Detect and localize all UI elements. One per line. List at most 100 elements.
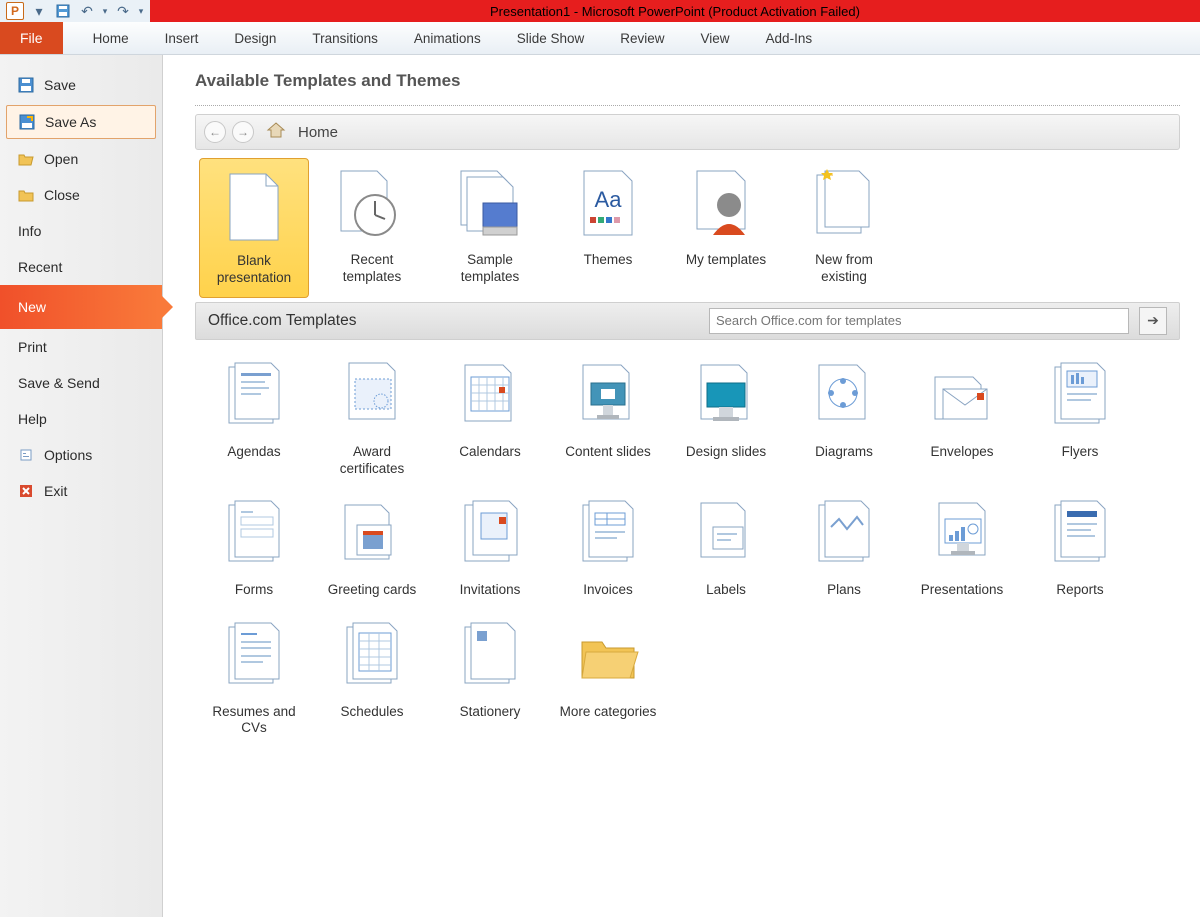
undo-icon[interactable]: ↶ (76, 1, 98, 21)
template-invitations[interactable]: Invitations (435, 488, 545, 610)
template-diagrams[interactable]: Diagrams (789, 350, 899, 488)
tab-add-ins[interactable]: Add-Ins (748, 22, 831, 54)
template-label: Blank presentation (204, 253, 304, 287)
sidebar-item-close[interactable]: Close (0, 177, 162, 213)
sidebar-item-options[interactable]: Options (0, 437, 162, 473)
presentations-icon (922, 496, 1002, 576)
sidebar-item-print[interactable]: Print (0, 329, 162, 365)
themes-icon: Aa (568, 166, 648, 246)
template-label: Agendas (227, 444, 280, 462)
tab-design[interactable]: Design (216, 22, 294, 54)
template-new-from-existing[interactable]: New from existing (789, 158, 899, 298)
template-label: Presentations (921, 582, 1004, 600)
title-bar: P ▾ ↶ ▾ ↷ ▾ Presentation1 - Microsoft Po… (0, 0, 1200, 22)
sidebar-item-label: Save (44, 77, 76, 93)
sidebar-item-save[interactable]: Save (0, 67, 162, 103)
tab-transitions[interactable]: Transitions (294, 22, 396, 54)
sidebar-item-save-send[interactable]: Save & Send (0, 365, 162, 401)
template-envelopes[interactable]: Envelopes (907, 350, 1017, 488)
template-recent-templates[interactable]: Recent templates (317, 158, 427, 298)
nav-back-button[interactable]: ← (204, 121, 226, 143)
sidebar-item-save-as[interactable]: Save As (6, 105, 156, 139)
sidebar-item-label: Options (44, 447, 92, 463)
search-go-button[interactable]: ➔ (1139, 307, 1167, 335)
template-design-slides[interactable]: Design slides (671, 350, 781, 488)
sidebar-item-info[interactable]: Info (0, 213, 162, 249)
page-title: Available Templates and Themes (195, 71, 1180, 91)
save-icon[interactable] (52, 1, 74, 21)
agenda-icon (214, 358, 294, 438)
forms-icon (214, 496, 294, 576)
template-forms[interactable]: Forms (199, 488, 309, 610)
template-award-certificates[interactable]: Award certificates (317, 350, 427, 488)
template-flyers[interactable]: Flyers (1025, 350, 1135, 488)
sidebar-item-label: Exit (44, 483, 67, 499)
template-sample-templates[interactable]: Sample templates (435, 158, 545, 298)
template-label: Greeting cards (328, 582, 417, 600)
qat-customize-dropdown-icon[interactable]: ▾ (136, 1, 146, 21)
save-icon (18, 77, 34, 93)
invoices-icon (568, 496, 648, 576)
tab-insert[interactable]: Insert (147, 22, 217, 54)
sidebar-item-label: Recent (18, 259, 62, 275)
template-stationery[interactable]: Stationery (435, 610, 545, 748)
tab-home[interactable]: Home (75, 22, 147, 54)
tab-review[interactable]: Review (602, 22, 682, 54)
qat-dropdown-icon[interactable]: ▾ (28, 1, 50, 21)
sidebar-item-exit[interactable]: Exit (0, 473, 162, 509)
arrow-right-icon: → (237, 125, 249, 139)
template-more-categories[interactable]: More categories (553, 610, 663, 748)
template-plans[interactable]: Plans (789, 488, 899, 610)
undo-dropdown-icon[interactable]: ▾ (100, 1, 110, 21)
diagrams-icon (804, 358, 884, 438)
template-greeting-cards[interactable]: Greeting cards (317, 488, 427, 610)
arrow-left-icon: ← (209, 125, 221, 139)
recent-templates-icon (332, 166, 412, 246)
template-label: Themes (584, 252, 633, 270)
template-calendars[interactable]: Calendars (435, 350, 545, 488)
breadcrumb-bar: ← → Home (195, 114, 1180, 150)
app-logo[interactable]: P (4, 1, 26, 21)
sidebar-item-help[interactable]: Help (0, 401, 162, 437)
template-agendas[interactable]: Agendas (199, 350, 309, 488)
template-label: Flyers (1062, 444, 1099, 462)
template-label: Recent templates (321, 252, 423, 286)
sidebar-item-label: Info (18, 223, 41, 239)
template-schedules[interactable]: Schedules (317, 610, 427, 748)
template-my-templates[interactable]: My templates (671, 158, 781, 298)
template-resumes-cvs[interactable]: Resumes and CVs (199, 610, 309, 748)
sidebar-item-new[interactable]: New (0, 285, 162, 329)
template-themes[interactable]: Aa Themes (553, 158, 663, 298)
backstage-sidebar: Save Save As Open Close Info Recent (0, 55, 163, 917)
content-slides-icon (568, 358, 648, 438)
search-input[interactable] (709, 308, 1129, 334)
nav-forward-button[interactable]: → (232, 121, 254, 143)
template-content-slides[interactable]: Content slides (553, 350, 663, 488)
exit-icon (18, 483, 34, 499)
tab-animations[interactable]: Animations (396, 22, 499, 54)
template-label: Reports (1056, 582, 1103, 600)
tab-file[interactable]: File (0, 22, 63, 54)
template-presentations[interactable]: Presentations (907, 488, 1017, 610)
sidebar-item-recent[interactable]: Recent (0, 249, 162, 285)
tab-view[interactable]: View (683, 22, 748, 54)
breadcrumb-current[interactable]: Home (298, 124, 338, 141)
redo-icon[interactable]: ↷ (112, 1, 134, 21)
template-label: Schedules (340, 704, 403, 722)
sidebar-item-label: Print (18, 339, 47, 355)
template-label: More categories (560, 704, 657, 722)
envelopes-icon (922, 358, 1002, 438)
template-label: Invitations (460, 582, 521, 600)
sidebar-item-label: Help (18, 411, 47, 427)
home-icon[interactable] (266, 121, 286, 143)
content-area: Available Templates and Themes ← → Home … (163, 55, 1200, 917)
template-labels[interactable]: Labels (671, 488, 781, 610)
sidebar-item-open[interactable]: Open (0, 141, 162, 177)
quick-access-toolbar: P ▾ ↶ ▾ ↷ ▾ (0, 0, 150, 22)
tab-slide-show[interactable]: Slide Show (499, 22, 603, 54)
template-label: Resumes and CVs (203, 704, 305, 738)
template-reports[interactable]: Reports (1025, 488, 1135, 610)
template-blank-presentation[interactable]: Blank presentation (199, 158, 309, 298)
award-certificates-icon (332, 358, 412, 438)
template-invoices[interactable]: Invoices (553, 488, 663, 610)
